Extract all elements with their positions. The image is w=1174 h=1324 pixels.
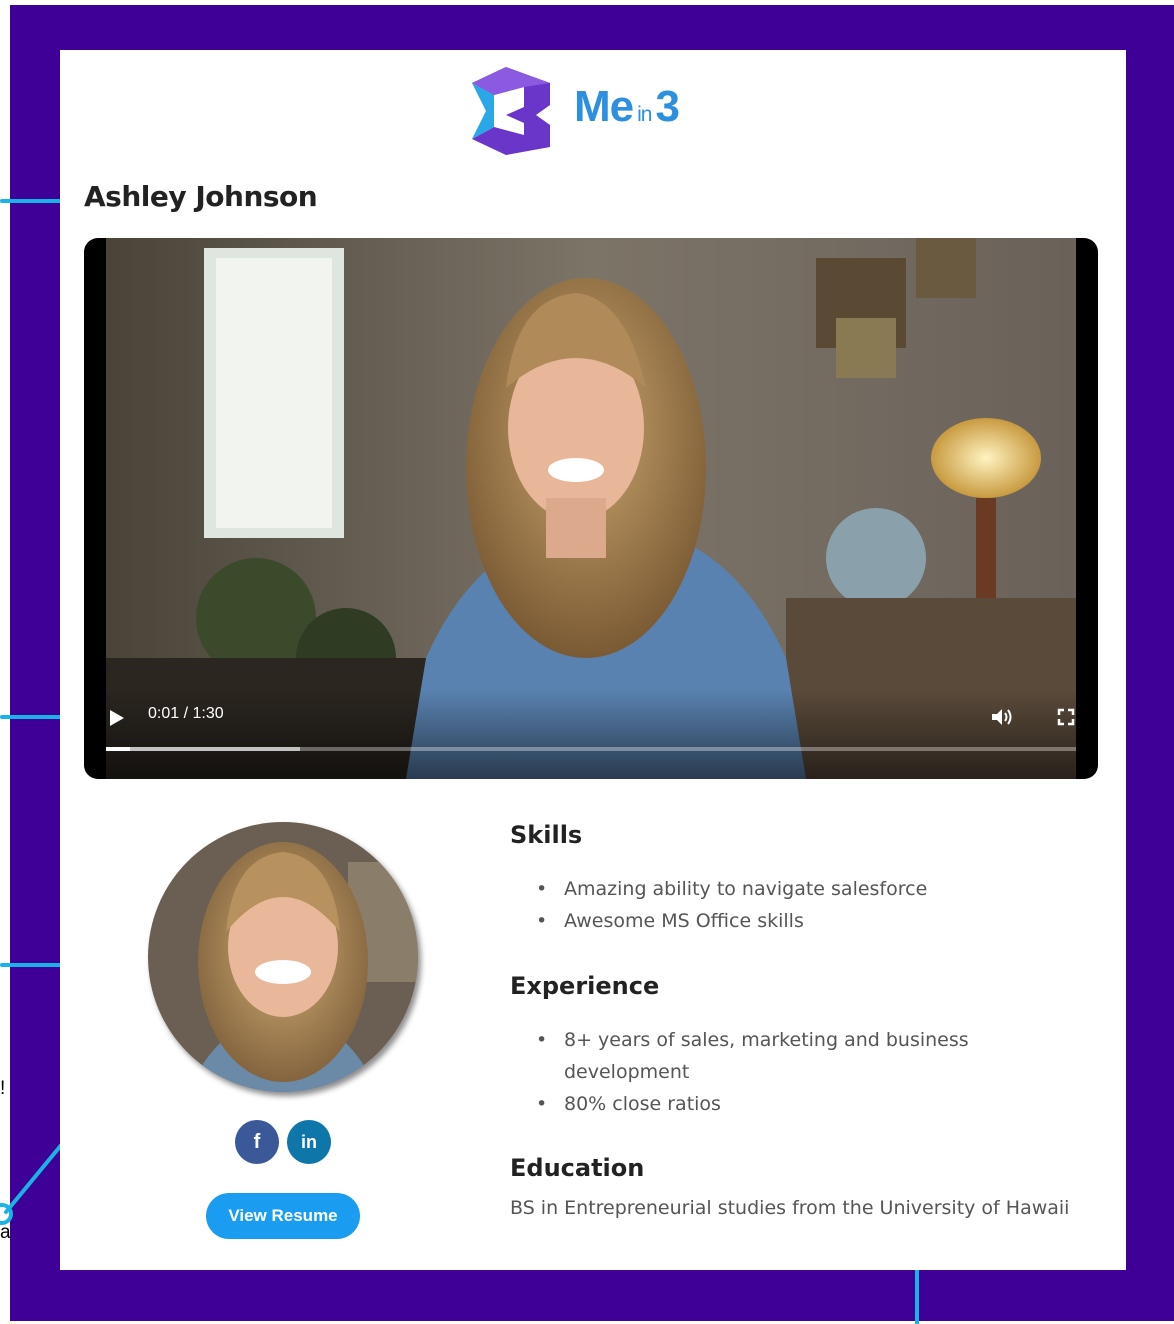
- experience-list: 8+ years of sales, marketing and busines…: [536, 1024, 1006, 1120]
- logo-wordmark: Me in3: [574, 82, 680, 132]
- list-item: 8+ years of sales, marketing and busines…: [536, 1024, 1006, 1088]
- play-icon[interactable]: [110, 710, 124, 726]
- logo-brand-small: in: [637, 103, 652, 126]
- facebook-label: f: [253, 1130, 261, 1153]
- video-progress-fill: [106, 747, 130, 751]
- avatar: [148, 822, 418, 1092]
- list-item: 80% close ratios: [536, 1088, 1006, 1120]
- logo-brand: Me: [574, 82, 634, 131]
- annotation-text-fragment: a: [0, 1222, 11, 1243]
- video-controls: [84, 689, 1098, 779]
- logo-brand-number: 3: [655, 82, 680, 131]
- volume-icon[interactable]: [990, 707, 1014, 727]
- video-buffered: [106, 747, 300, 751]
- video-player[interactable]: 0:01 / 1:30: [84, 238, 1098, 779]
- list-item: Awesome MS Office skills: [536, 905, 996, 937]
- facebook-icon[interactable]: f: [235, 1120, 279, 1164]
- video-progress-bar[interactable]: [106, 747, 1076, 751]
- video-time: 0:01 / 1:30: [148, 705, 224, 722]
- fullscreen-icon[interactable]: [1056, 707, 1076, 727]
- skills-heading: Skills: [510, 821, 583, 849]
- education-text: BS in Entrepreneurial studies from the U…: [510, 1197, 1070, 1219]
- experience-heading: Experience: [510, 972, 660, 1000]
- education-heading: Education: [510, 1154, 645, 1182]
- annotation-text-fragment: !: [0, 1078, 6, 1099]
- linkedin-icon[interactable]: in: [287, 1120, 331, 1164]
- profile-name: Ashley Johnson: [84, 180, 318, 213]
- list-item: Amazing ability to navigate salesforce: [536, 873, 996, 905]
- view-resume-button[interactable]: View Resume: [206, 1193, 360, 1239]
- linkedin-label: in: [301, 1131, 317, 1152]
- skills-list: Amazing ability to navigate salesforce A…: [536, 873, 996, 937]
